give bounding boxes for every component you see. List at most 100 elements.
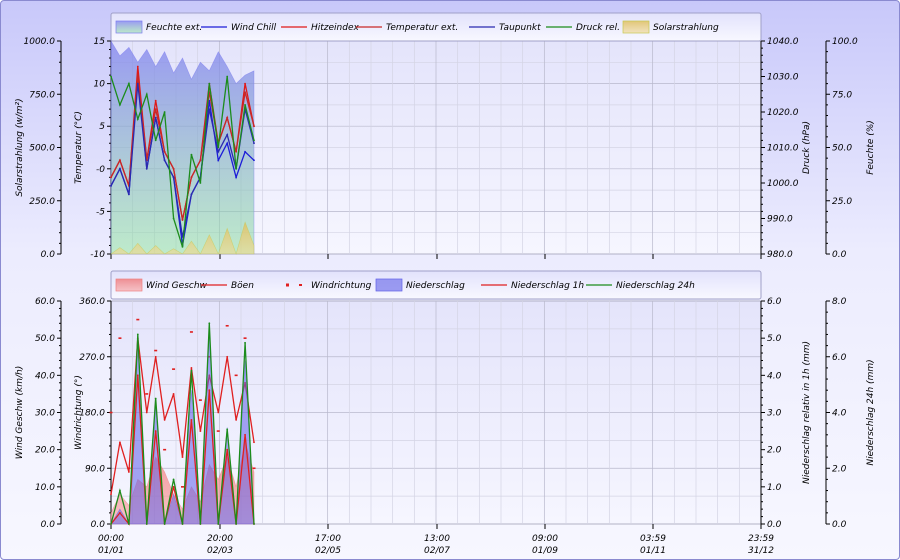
axis-solar-title: Solarstrahlung (w/m²) (15, 98, 25, 196)
weather-chart: 0.0 250.0 500.0 750.0 1000.0 Solarstrahlung (… (15, 12, 876, 556)
axis-wind-title: Wind Geschw (km/h) (15, 366, 25, 460)
axis-pressure-tick-label: 980.0 (767, 250, 793, 260)
axis-wind-tick-label: 0.0 (41, 520, 56, 530)
wind-direction-mark (163, 448, 167, 451)
wind-direction-mark (136, 318, 140, 321)
series-niederschlag-24h-point (235, 523, 238, 525)
series-temperatur-ext--point (163, 150, 166, 153)
series-temperatur-ext--point (154, 108, 157, 111)
series-taupunkt-point (217, 150, 220, 153)
axis-humidity-title: Feuchte (%) (866, 120, 876, 175)
legend-label: Wind Geschw (146, 281, 208, 291)
series-niederschlag-1h-point (208, 389, 211, 392)
x-tick-time: 03:59 (640, 534, 666, 544)
axis-wind-tick-label: 60.0 (35, 297, 55, 307)
wind-direction-mark (234, 374, 238, 377)
axis-pressure-tick-label: 990.0 (767, 215, 793, 225)
x-tick-date: 01/11 (640, 546, 666, 556)
series-druck-rel--point (235, 167, 238, 170)
series-b-en-point (172, 393, 175, 395)
series-niederschlag-24h-point (199, 523, 202, 525)
series-niederschlag-24h-point (127, 523, 130, 525)
axis-rain24h-tick-label: 6.0 (832, 353, 847, 363)
axis-temp-tick-label: -5 (96, 207, 105, 217)
axis-rain24h-tick-label: 4.0 (832, 409, 847, 419)
axis-rain1h-tick-label: 5.0 (767, 334, 782, 344)
legend-label: Solarstrahlung (653, 23, 719, 33)
series-b-en-point (110, 493, 112, 496)
legend-label: Druck rel. (576, 23, 620, 33)
series-b-en-point (235, 419, 238, 421)
series-niederschlag-24h-point (181, 523, 184, 525)
legend-label: Taupunkt (499, 23, 541, 33)
x-tick-date: 02/07 (424, 546, 450, 556)
wind-direction-mark (189, 331, 193, 333)
axis-dir-tick-label: 360.0 (79, 297, 105, 307)
series-niederschlag-1h-point (172, 485, 175, 488)
axis-humidity-tick-label: 100.0 (832, 37, 858, 47)
series-wind-chill-point (217, 159, 220, 162)
series-temperatur-ext--point (226, 116, 229, 119)
wind-direction-mark (172, 368, 176, 370)
wind-direction-mark (181, 486, 184, 488)
legend-label: Niederschlag (406, 281, 465, 291)
series-temperatur-ext--point (172, 167, 175, 170)
series-b-en-point (163, 419, 166, 421)
x-tick-date: 02/03 (207, 546, 233, 556)
axis-humidity-tick-label: 0.0 (832, 250, 847, 260)
series-taupunkt-point (154, 116, 157, 119)
series-niederschlag-24h-point (253, 523, 255, 525)
series-hitzeindex-point (136, 65, 139, 68)
legend-label: Niederschlag 24h (616, 281, 695, 291)
x-tick-time: 23:59 (748, 534, 774, 544)
series-druck-rel--point (181, 246, 184, 248)
series-niederschlag-1h-point (190, 419, 193, 421)
series-druck-rel--point (190, 153, 193, 156)
legend-swatch (299, 284, 302, 286)
series-druck-rel--point (154, 139, 157, 142)
series-temperatur-ext--point (110, 176, 112, 179)
series-druck-rel--point (253, 139, 255, 142)
series-niederschlag-24h-point (154, 397, 157, 400)
axis-pressure-tick-label: 1010.0 (767, 144, 799, 154)
series-taupunkt-point (172, 176, 175, 179)
axis-rain24h-tick-label: 0.0 (832, 520, 847, 530)
axis-wind-tick-label: 40.0 (35, 371, 55, 381)
axis-pressure-tick-label: 1040.0 (767, 37, 799, 47)
x-tick-date: 02/05 (315, 546, 341, 556)
axis-pressure-tick-label: 1030.0 (767, 73, 799, 83)
series-druck-rel--point (119, 104, 121, 106)
axis-solar-tick-label: 500.0 (29, 144, 55, 154)
axis-wind-tick-label: 20.0 (35, 446, 55, 456)
legend-label: Hitzeindex (311, 23, 360, 33)
series-niederschlag-1h-point (226, 448, 229, 451)
axis-temp-tick-label: 10 (94, 80, 106, 90)
series-taupunkt-point (127, 193, 130, 196)
series-niederschlag-24h-point (136, 333, 139, 336)
series-niederschlag-24h-point (208, 322, 211, 325)
axis-rain1h-tick-label: 3.0 (767, 409, 782, 419)
series-wind-chill-point (244, 150, 246, 153)
series-druck-rel--point (217, 146, 220, 149)
series-druck-rel--point (226, 75, 229, 78)
axis-pressure-title: Druck (hPa) (802, 121, 812, 174)
series-temperatur-ext--point (199, 159, 202, 162)
series-taupunkt-point (110, 184, 112, 187)
series-b-en-point (181, 456, 184, 458)
x-tick-time: 20:00 (207, 534, 233, 544)
x-tick-time: 17:00 (315, 534, 341, 544)
x-tick-date: 31/12 (748, 546, 774, 556)
axis-solar-tick-label: 0.0 (41, 250, 56, 260)
axis-temp-title: Temperatur (°C) (74, 111, 84, 184)
series-niederschlag-24h-point (145, 523, 148, 525)
legend-label: Niederschlag 1h (511, 281, 584, 291)
series-niederschlag-1h-point (119, 511, 121, 514)
chart-panel-1: 0.0 250.0 500.0 750.0 1000.0 Solarstrahlung (… (15, 12, 876, 260)
axis-wind-tick-label: 30.0 (35, 409, 55, 419)
series-b-en-point (154, 355, 157, 358)
legend-label: Feuchte ext. (146, 23, 202, 33)
series-niederschlag-24h-point (190, 369, 193, 372)
series-hitzeindex-point (244, 82, 246, 85)
series-taupunkt-point (136, 82, 139, 85)
axis-dir-tick-label: 90.0 (85, 464, 105, 474)
